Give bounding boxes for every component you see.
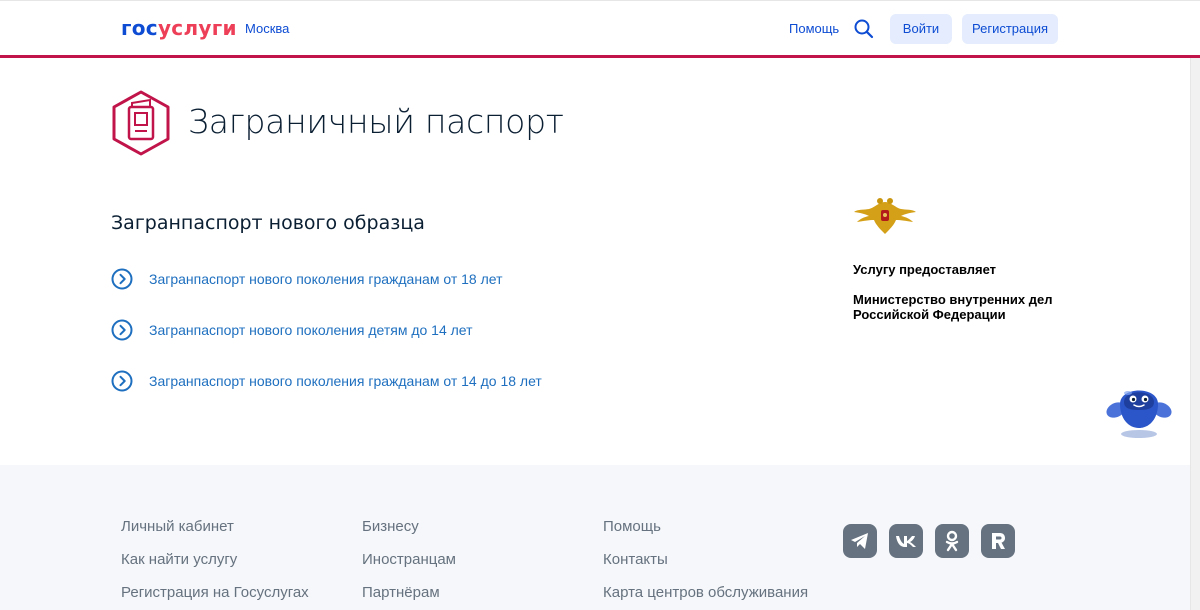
chevron-right-icon — [111, 268, 133, 290]
page-scrollbar[interactable] — [1190, 58, 1200, 610]
footer-link-partners[interactable]: Партнёрам — [362, 584, 440, 602]
service-link-label: Загранпаспорт нового поколения гражданам… — [149, 271, 503, 287]
site-header: госуслуги Москва Помощь Войти Регистраци… — [0, 0, 1200, 58]
service-link-children[interactable]: Загранпаспорт нового поколения детям до … — [111, 317, 473, 343]
footer-link-personal-account[interactable]: Личный кабинет — [121, 518, 234, 536]
robot-assistant-icon[interactable] — [1104, 374, 1174, 444]
city-selector[interactable]: Москва — [245, 21, 289, 37]
service-link-teen[interactable]: Загранпаспорт нового поколения гражданам… — [111, 368, 542, 394]
search-icon[interactable] — [853, 18, 875, 40]
rutube-icon[interactable] — [981, 524, 1015, 558]
chevron-right-icon — [111, 370, 133, 392]
footer-link-help[interactable]: Помощь — [603, 518, 661, 536]
vk-icon[interactable] — [889, 524, 923, 558]
service-link-label: Загранпаспорт нового поколения гражданам… — [149, 373, 542, 389]
login-button[interactable]: Войти — [890, 14, 952, 44]
footer-link-foreigners[interactable]: Иностранцам — [362, 551, 456, 569]
gosuslugi-logo[interactable]: госуслуги — [121, 16, 237, 40]
passport-icon — [110, 90, 172, 156]
logo-part-gos: гос — [121, 16, 158, 40]
mvd-emblem-icon — [852, 194, 918, 238]
footer-link-registration[interactable]: Регистрация на Госуслугах — [121, 584, 309, 602]
chevron-right-icon — [111, 319, 133, 341]
service-link-adult[interactable]: Загранпаспорт нового поколения гражданам… — [111, 266, 503, 292]
provider-label: Услугу предоставляет — [853, 262, 997, 277]
telegram-icon[interactable] — [843, 524, 877, 558]
page-title: Заграничный паспорт — [188, 102, 564, 141]
footer-link-business[interactable]: Бизнесу — [362, 518, 419, 536]
footer-link-contacts[interactable]: Контакты — [603, 551, 668, 569]
provider-name: Министерство внутренних дел Российской Ф… — [853, 292, 1053, 322]
help-link[interactable]: Помощь — [789, 21, 839, 37]
footer-link-find-service[interactable]: Как найти услугу — [121, 551, 237, 569]
logo-part-uslugi: услуги — [157, 16, 237, 40]
section-title: Загранпаспорт нового образца — [111, 212, 425, 234]
footer-link-service-centers-map[interactable]: Карта центров обслуживания — [603, 584, 808, 602]
register-button[interactable]: Регистрация — [962, 14, 1058, 44]
odnoklassniki-icon[interactable] — [935, 524, 969, 558]
service-link-label: Загранпаспорт нового поколения детям до … — [149, 322, 473, 338]
